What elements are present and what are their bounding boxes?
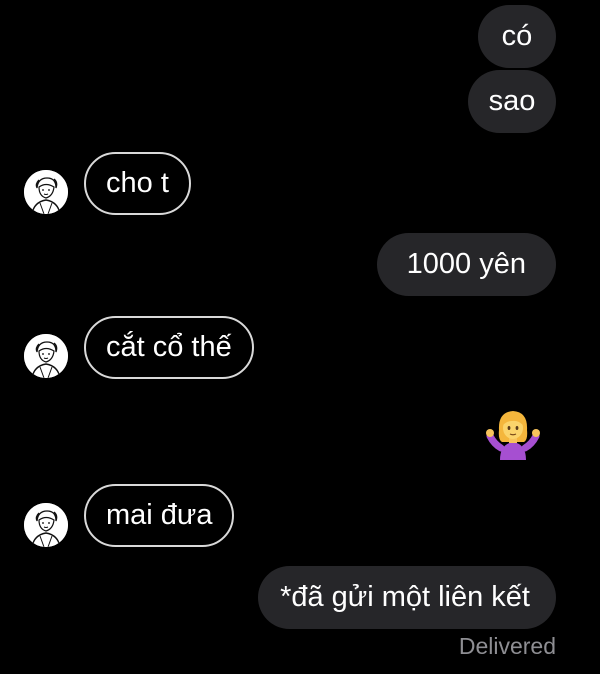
received-message-bubble[interactable]: mai đưa — [84, 484, 235, 547]
message-text: có — [501, 20, 533, 52]
contact-avatar[interactable] — [24, 170, 68, 214]
sent-message-bubble[interactable]: 1000 yên — [376, 233, 556, 296]
contact-avatar-icon — [24, 334, 68, 378]
message-text: cho t — [106, 167, 169, 199]
message-text: sao — [488, 85, 536, 117]
message-text: cắt cổ thế — [106, 331, 232, 363]
received-message-bubble[interactable]: cắt cổ thế — [84, 316, 254, 379]
message-text: 1000 yên — [406, 248, 526, 280]
received-message-bubble[interactable]: cho t — [84, 152, 191, 215]
contact-avatar-icon — [24, 170, 68, 214]
woman-shrugging-icon[interactable] — [486, 406, 540, 460]
contact-avatar[interactable] — [24, 503, 68, 547]
contact-avatar[interactable] — [24, 334, 68, 378]
contact-avatar-icon — [24, 503, 68, 547]
message-text: mai đưa — [106, 499, 213, 531]
sent-message-bubble[interactable]: sao — [468, 70, 556, 133]
sent-message-bubble[interactable]: có — [478, 5, 556, 68]
sent-message-bubble[interactable]: *đã gửi một liên kết — [258, 566, 556, 629]
delivered-status: Delivered — [458, 633, 556, 659]
message-text: *đã gửi một liên kết — [280, 581, 530, 613]
